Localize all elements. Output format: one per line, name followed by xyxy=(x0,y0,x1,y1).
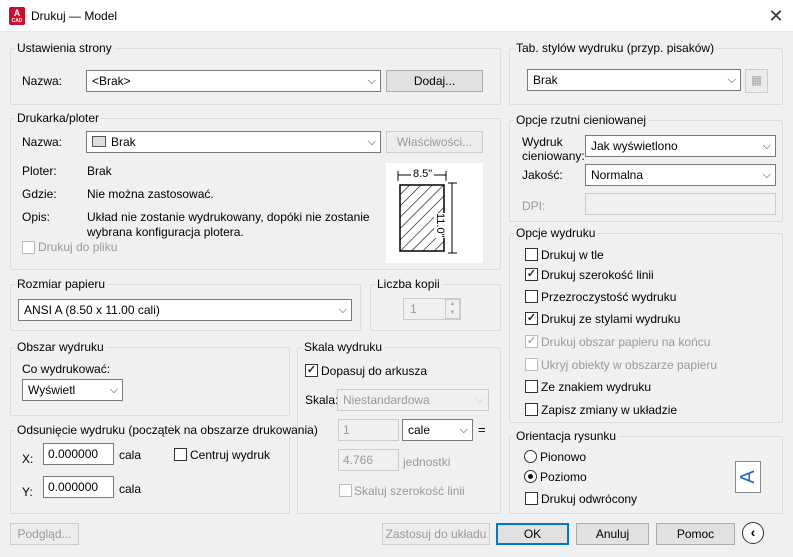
printer-legend: Drukarka/ploter xyxy=(15,111,102,125)
offset-y-label: Y: xyxy=(22,485,33,499)
portrait-label: Pionowo xyxy=(540,450,587,464)
description-line-2: wybrana konfiguracja plotera. xyxy=(87,225,244,239)
scale-lineweights-label: Skaluj szerokość linii xyxy=(354,484,465,498)
scale-unit2-label: jednostki xyxy=(403,455,451,469)
scale-value1-input[interactable]: 1 xyxy=(338,419,399,441)
scale-label: Skala: xyxy=(305,393,339,407)
ok-button[interactable]: OK xyxy=(496,523,569,545)
scale-lineweights-checkbox[interactable] xyxy=(339,484,352,497)
scale-select[interactable]: Niestandardowa ⌵ xyxy=(337,389,489,411)
quality-select[interactable]: Normalna ⌵ xyxy=(585,164,776,186)
plot-with-styles-checkbox[interactable]: ✓ xyxy=(525,312,538,325)
print-to-file-label: Drukuj do pliku xyxy=(38,240,118,254)
offset-x-unit: cala xyxy=(119,448,142,462)
landscape-label: Poziomo xyxy=(540,470,587,484)
printer-properties-button[interactable]: Właściwości... xyxy=(386,131,483,153)
plot-lineweights-checkbox[interactable]: ✓ xyxy=(525,268,538,281)
dpi-label: DPI: xyxy=(522,199,546,213)
save-changes-to-layout-checkbox[interactable] xyxy=(525,403,538,416)
scale-unit1-select[interactable]: cale ⌵ xyxy=(402,419,473,441)
page-setup-name-select[interactable]: <Brak> ⌵ xyxy=(86,70,381,92)
paper-size-legend: Rozmiar papieru xyxy=(15,277,108,291)
plot-style-table-legend: Tab. stylów wydruku (przyp. pisaków) xyxy=(514,41,717,55)
where-value: Nie można zastosować. xyxy=(87,187,214,201)
offset-x-input[interactable]: 0.000000 xyxy=(43,443,114,465)
print-to-file-checkbox[interactable] xyxy=(22,241,35,254)
orientation-letter: A xyxy=(737,470,759,484)
add-page-setup-button[interactable]: Dodaj... xyxy=(386,70,483,92)
edit-plot-style-icon[interactable]: ▦ xyxy=(745,69,768,93)
what-to-plot-label: Co wydrukować: xyxy=(22,362,111,376)
dpi-input[interactable] xyxy=(585,193,776,215)
center-plot-label: Centruj wydruk xyxy=(190,448,271,462)
preview-height-label: 11.0" xyxy=(434,213,446,238)
plot-lineweights-label: Drukuj szerokość linii xyxy=(541,268,654,282)
window-title: Drukuj — Model xyxy=(31,9,118,23)
offset-x-label: X: xyxy=(22,452,34,466)
save-changes-to-layout-label: Zapisz zmiany w układzie xyxy=(541,403,678,417)
scale-value2-input[interactable]: 4.766 xyxy=(338,449,399,471)
fit-to-paper-checkbox[interactable]: ✓ xyxy=(305,364,318,377)
plotter-label: Ploter: xyxy=(22,164,57,178)
shade-plot-label-line2: cieniowany: xyxy=(522,149,585,163)
app-logo-icon: A CAD xyxy=(9,7,25,25)
center-plot-checkbox[interactable] xyxy=(174,448,187,461)
orientation-legend: Orientacja rysunku xyxy=(514,429,619,443)
plot-paperspace-last-label: Drukuj obszar papieru na końcu xyxy=(541,335,711,349)
offset-y-unit: cala xyxy=(119,482,142,496)
plot-transparency-checkbox[interactable] xyxy=(525,290,538,303)
quality-label: Jakość: xyxy=(522,168,563,182)
what-to-plot-select[interactable]: Wyświetl ⌵ xyxy=(22,379,123,401)
apply-to-layout-button[interactable]: Zastosuj do układu xyxy=(382,523,490,545)
printer-name-label: Nazwa: xyxy=(22,135,63,149)
collapse-options-icon[interactable]: ‹ xyxy=(742,522,764,544)
plot-in-background-checkbox[interactable] xyxy=(525,248,538,261)
plot-paperspace-last-checkbox[interactable]: ✓ xyxy=(525,335,538,348)
shade-plot-select[interactable]: Jak wyświetlono ⌵ xyxy=(585,135,776,157)
shaded-viewport-legend: Opcje rzutni cieniowanej xyxy=(514,113,649,127)
plot-area-legend: Obszar wydruku xyxy=(15,340,106,354)
copies-spinner[interactable]: ▲ ▼ xyxy=(445,299,460,319)
plot-style-table-select[interactable]: Brak ⌵ xyxy=(527,69,741,91)
portrait-radio[interactable] xyxy=(524,450,537,463)
copies-legend: Liczba kopii xyxy=(375,277,442,291)
orientation-preview-icon: A xyxy=(735,461,761,493)
plot-in-background-label: Drukuj w tle xyxy=(541,248,604,262)
paper-size-preview: 8.5" 11.0" xyxy=(386,163,483,263)
offset-y-input[interactable]: 0.000000 xyxy=(43,476,114,498)
cancel-button[interactable]: Anuluj xyxy=(576,523,649,545)
plot-transparency-label: Przezroczystość wydruku xyxy=(541,290,677,304)
description-label: Opis: xyxy=(22,210,51,224)
plot-with-styles-label: Drukuj ze stylami wydruku xyxy=(541,312,681,326)
title-bar xyxy=(0,0,793,32)
plot-stamp-checkbox[interactable] xyxy=(525,380,538,393)
scale-equals-sign: = xyxy=(478,422,486,437)
close-icon[interactable]: ✕ xyxy=(763,5,789,27)
printer-icon xyxy=(92,136,106,147)
preview-width-label: 8.5" xyxy=(411,168,435,180)
page-setup-legend: Ustawienia strony xyxy=(15,41,114,55)
plot-scale-legend: Skala wydruku xyxy=(302,340,385,354)
hide-paperspace-objects-label: Ukryj obiekty w obszarze papieru xyxy=(541,358,718,372)
printer-name-select[interactable]: Brak ⌵ xyxy=(86,131,381,153)
plot-offset-legend: Odsunięcie wydruku (początek na obszarze… xyxy=(15,423,320,437)
plot-upside-down-checkbox[interactable] xyxy=(525,492,538,505)
fit-to-paper-label: Dopasuj do arkusza xyxy=(321,364,428,378)
paper-size-select[interactable]: ANSI A (8.50 x 11.00 cali) ⌵ xyxy=(18,299,352,321)
shade-plot-label-line1: Wydruk xyxy=(522,135,563,149)
preview-button[interactable]: Podgląd... xyxy=(10,523,79,545)
plot-upside-down-label: Drukuj odwrócony xyxy=(541,492,638,506)
description-line-1: Układ nie zostanie wydrukowany, dopóki n… xyxy=(87,210,370,224)
hide-paperspace-objects-checkbox[interactable] xyxy=(525,358,538,371)
where-label: Gdzie: xyxy=(22,187,57,201)
help-button[interactable]: Pomoc xyxy=(656,523,735,545)
plot-options-legend: Opcje wydruku xyxy=(514,226,598,240)
page-setup-name-label: Nazwa: xyxy=(22,74,63,88)
plotter-value: Brak xyxy=(87,164,112,178)
landscape-radio[interactable] xyxy=(524,470,537,483)
plot-stamp-label: Ze znakiem wydruku xyxy=(541,380,652,394)
